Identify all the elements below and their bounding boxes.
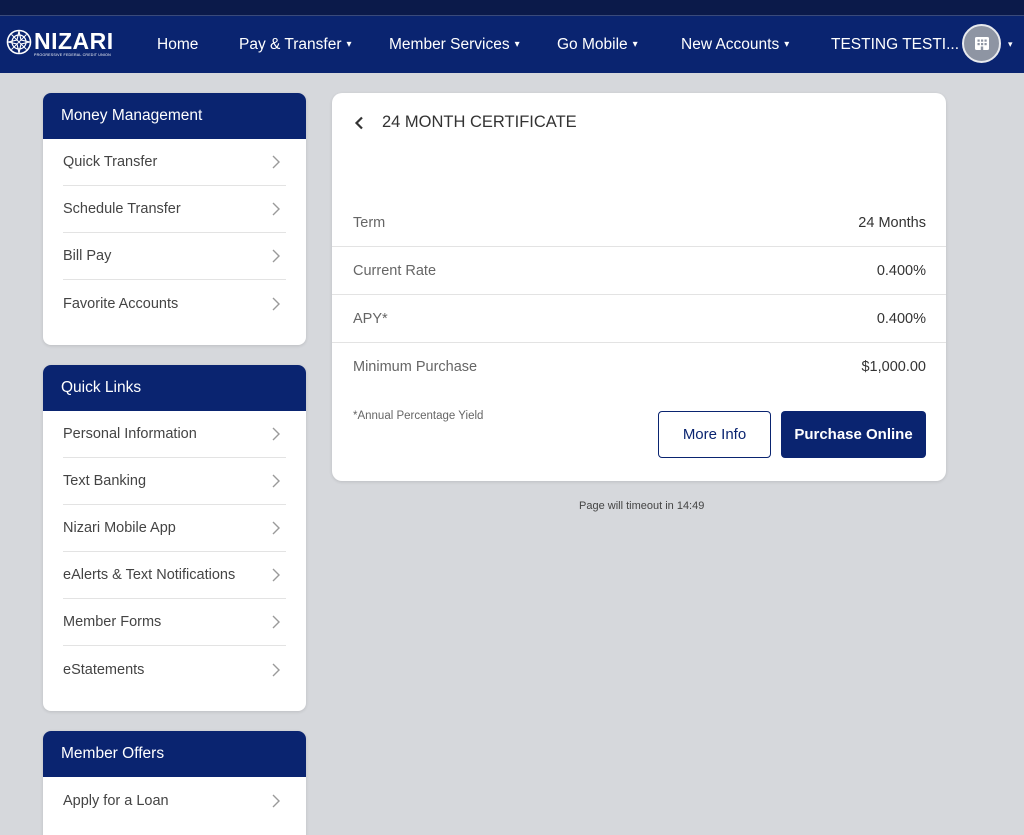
detail-value: $1,000.00 bbox=[861, 359, 926, 375]
more-info-button[interactable]: More Info bbox=[658, 411, 771, 458]
chevron-right-icon bbox=[272, 521, 280, 535]
nav-label: Member Services bbox=[389, 36, 510, 53]
apy-footnote: *Annual Percentage Yield bbox=[353, 410, 484, 422]
nav-go-mobile[interactable]: Go Mobile ▾ bbox=[557, 16, 638, 73]
detail-value: 0.400% bbox=[876, 262, 926, 279]
sidebar-item-label: Quick Transfer bbox=[63, 154, 158, 170]
nav-label: TESTING TESTI... bbox=[831, 36, 960, 53]
nav-label: Go Mobile bbox=[557, 36, 628, 53]
money-management-list: Quick Transfer Schedule Transfer Bill Pa… bbox=[43, 139, 306, 327]
nav-user-name[interactable]: TESTING TESTI... bbox=[831, 16, 959, 73]
chevron-right-icon bbox=[272, 427, 280, 441]
detail-row-current-rate: Current Rate 0.400% bbox=[332, 247, 946, 295]
caret-down-icon: ▾ bbox=[632, 39, 638, 50]
certificate-title: 24 MONTH CERTIFICATE bbox=[382, 113, 577, 131]
certificate-details: Term 24 Months Current Rate 0.400% APY* 0.4… bbox=[332, 199, 946, 391]
chevron-right-icon bbox=[272, 615, 280, 629]
sidebar-item-label: Schedule Transfer bbox=[63, 201, 181, 217]
session-timeout-text: Page will timeout in 14:49 bbox=[579, 500, 705, 512]
main-navbar: NIZARI PROGRESSIVE FEDERAL CREDIT UNION … bbox=[0, 16, 1024, 73]
quick-links-list: Personal Information Text Banking Nizari… bbox=[43, 411, 306, 693]
detail-row-term: Term 24 Months bbox=[332, 199, 946, 247]
detail-label: Current Rate bbox=[353, 262, 437, 279]
sidebar-item-label: eStatements bbox=[63, 661, 145, 678]
top-strip bbox=[0, 0, 1024, 16]
detail-value: 0.400% bbox=[876, 310, 926, 327]
detail-label: Minimum Purchase bbox=[353, 359, 478, 375]
chevron-right-icon bbox=[272, 297, 280, 310]
sidebar-item-schedule-transfer[interactable]: Schedule Transfer bbox=[63, 186, 286, 233]
purchase-online-button[interactable]: Purchase Online bbox=[781, 411, 926, 458]
user-avatar[interactable] bbox=[962, 24, 1001, 63]
sidebar-item-label: Member Forms bbox=[63, 614, 162, 630]
page-title: 24 MONTH CERTIFICATE bbox=[354, 113, 577, 132]
chevron-right-icon bbox=[272, 474, 280, 488]
member-offers-list: Apply for a Loan bbox=[43, 777, 306, 824]
quick-links-card: Quick Links Personal Information Text Ba… bbox=[43, 365, 306, 711]
detail-label: APY* bbox=[353, 310, 388, 327]
caret-down-icon: ▾ bbox=[346, 39, 352, 50]
sidebar-item-estatements[interactable]: eStatements bbox=[63, 646, 286, 693]
brand-wordmark: NIZARI PROGRESSIVE FEDERAL CREDIT UNION bbox=[34, 29, 114, 58]
sidebar-item-bill-pay[interactable]: Bill Pay bbox=[63, 233, 286, 280]
card-title: Member Offers bbox=[43, 731, 306, 777]
building-icon bbox=[974, 37, 989, 50]
sidebar-item-label: Text Banking bbox=[63, 473, 147, 489]
sidebar-item-label: eAlerts & Text Notifications bbox=[63, 567, 236, 583]
card-title: Money Management bbox=[43, 93, 306, 139]
brand-tagline: PROGRESSIVE FEDERAL CREDIT UNION bbox=[34, 53, 111, 57]
brand-logo[interactable]: NIZARI PROGRESSIVE FEDERAL CREDIT UNION bbox=[6, 29, 114, 59]
detail-label: Term bbox=[353, 214, 386, 231]
compass-rose-icon bbox=[6, 29, 32, 55]
card-title: Quick Links bbox=[43, 365, 306, 411]
caret-down-icon: ▾ bbox=[514, 39, 520, 50]
chevron-right-icon bbox=[272, 155, 280, 169]
sidebar-item-text-banking[interactable]: Text Banking bbox=[63, 458, 286, 505]
nav-label: New Accounts bbox=[681, 36, 780, 53]
avatar-caret-down-icon[interactable]: ▾ bbox=[1008, 16, 1013, 73]
sidebar-item-quick-transfer[interactable]: Quick Transfer bbox=[63, 139, 286, 186]
chevron-left-icon[interactable] bbox=[354, 116, 364, 130]
sidebar-item-label: Nizari Mobile App bbox=[63, 520, 176, 536]
sidebar-item-label: Apply for a Loan bbox=[63, 792, 169, 809]
sidebar-item-apply-loan[interactable]: Apply for a Loan bbox=[63, 777, 286, 824]
nav-member-services[interactable]: Member Services ▾ bbox=[389, 16, 520, 73]
chevron-right-icon bbox=[272, 202, 280, 216]
chevron-right-icon bbox=[272, 663, 280, 676]
sidebar-item-ealerts[interactable]: eAlerts & Text Notifications bbox=[63, 552, 286, 599]
nav-label: Pay & Transfer bbox=[239, 36, 342, 53]
chevron-right-icon bbox=[272, 794, 280, 807]
chevron-right-icon bbox=[272, 568, 280, 582]
nav-home[interactable]: Home bbox=[157, 16, 198, 73]
sidebar-item-mobile-app[interactable]: Nizari Mobile App bbox=[63, 505, 286, 552]
member-offers-card: Member Offers Apply for a Loan bbox=[43, 731, 306, 835]
nav-pay-transfer[interactable]: Pay & Transfer ▾ bbox=[239, 16, 352, 73]
money-management-card: Money Management Quick Transfer Schedule… bbox=[43, 93, 306, 345]
nav-new-accounts[interactable]: New Accounts ▾ bbox=[681, 16, 789, 73]
sidebar-item-label: Favorite Accounts bbox=[63, 295, 179, 312]
sidebar-item-label: Bill Pay bbox=[63, 248, 112, 264]
detail-row-minimum-purchase: Minimum Purchase $1,000.00 bbox=[332, 343, 946, 391]
certificate-detail-card: 24 MONTH CERTIFICATE Term 24 Months Curre… bbox=[332, 93, 946, 481]
detail-row-apy: APY* 0.400% bbox=[332, 295, 946, 343]
sidebar-item-label: Personal Information bbox=[63, 426, 197, 442]
nav-label: Home bbox=[157, 36, 199, 53]
sidebar-item-favorite-accounts[interactable]: Favorite Accounts bbox=[63, 280, 286, 327]
chevron-right-icon bbox=[272, 249, 280, 263]
brand-name: NIZARI bbox=[34, 28, 114, 54]
detail-value: 24 Months bbox=[858, 214, 926, 231]
sidebar-item-member-forms[interactable]: Member Forms bbox=[63, 599, 286, 646]
sidebar-item-personal-information[interactable]: Personal Information bbox=[63, 411, 286, 458]
caret-down-icon: ▾ bbox=[784, 39, 790, 50]
